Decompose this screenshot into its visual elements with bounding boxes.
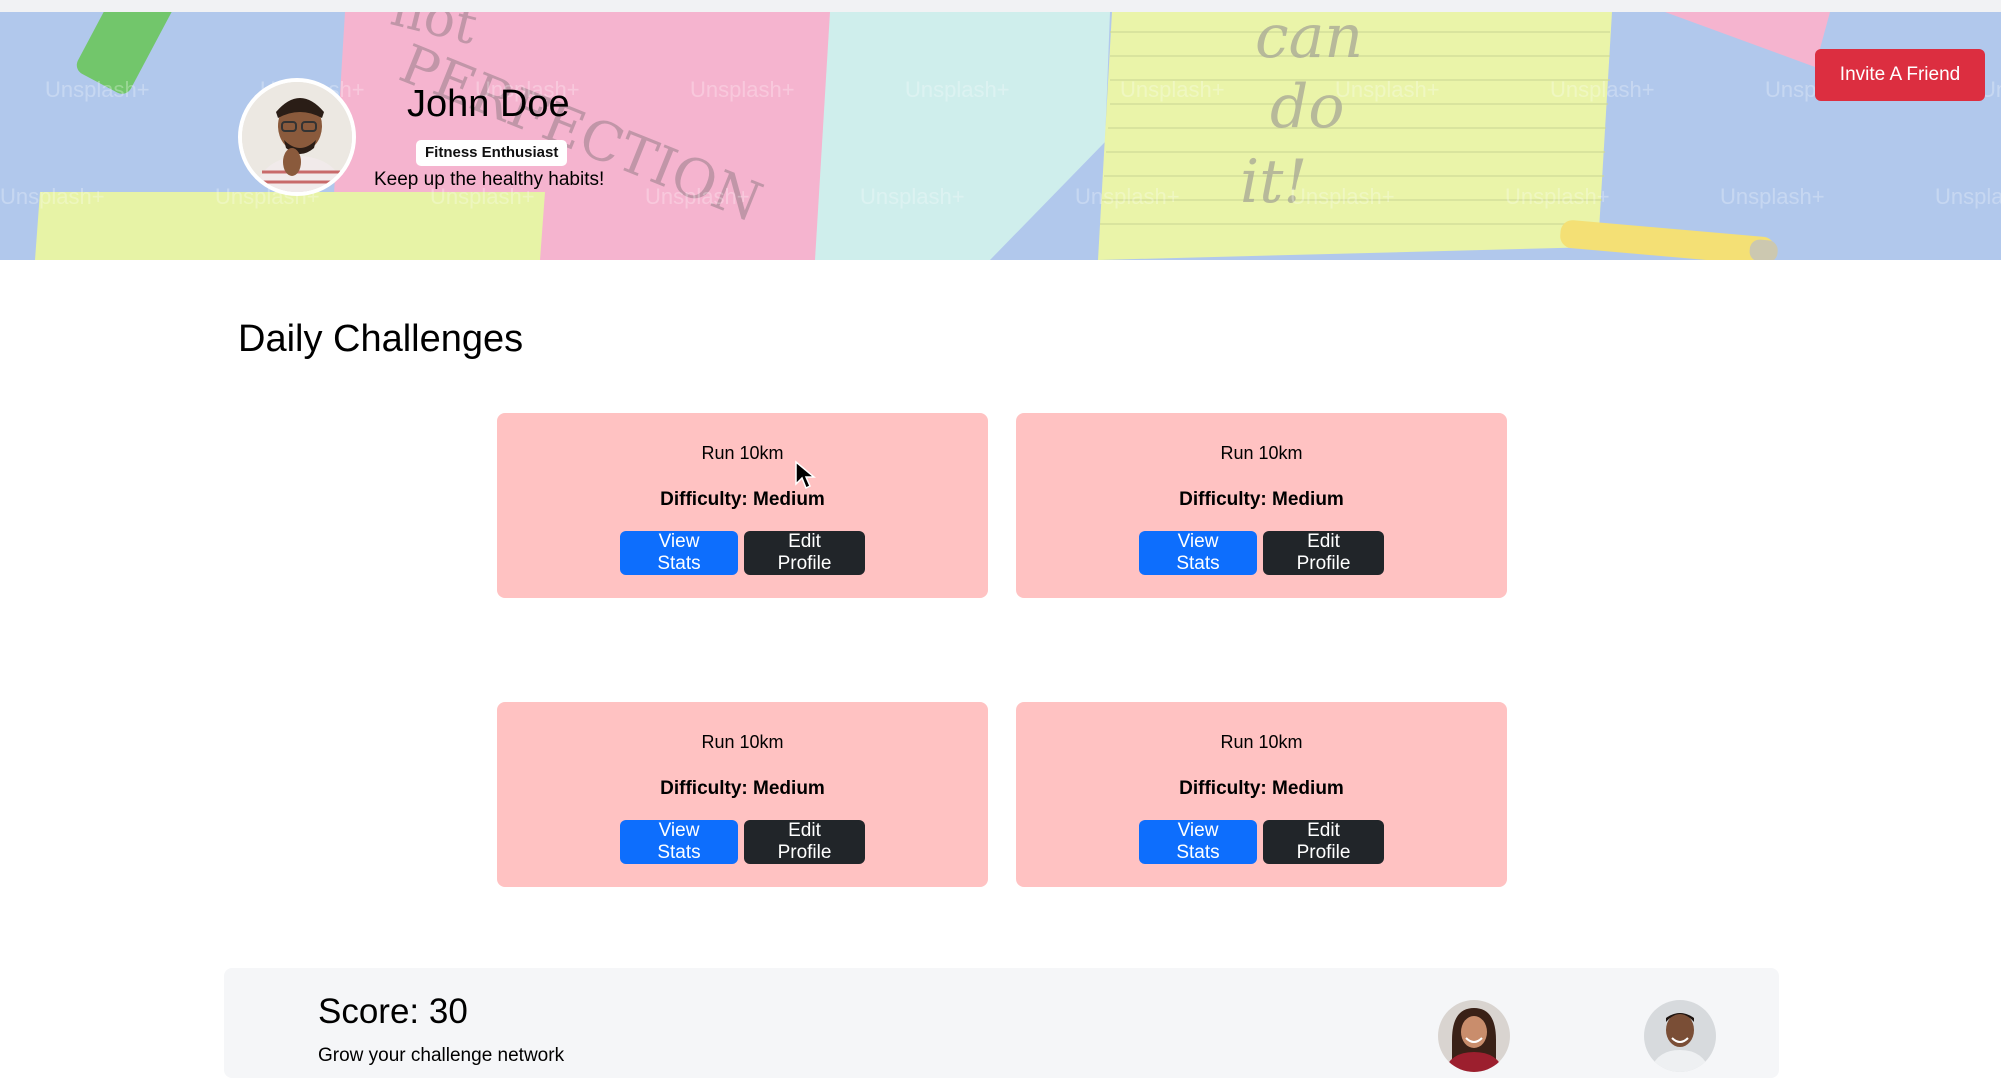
challenge-title: Run 10km — [1220, 732, 1303, 752]
friend-photo — [1644, 1000, 1716, 1072]
avatar-photo — [242, 82, 352, 192]
challenge-difficulty: Difficulty: Medium — [660, 778, 825, 799]
section-title: Daily Challenges — [238, 318, 524, 360]
score-panel: Score: 30 Grow your challenge network — [224, 968, 1779, 1078]
friend-photo — [1438, 1000, 1510, 1072]
challenge-title: Run 10km — [701, 443, 784, 463]
score-subtitle: Grow your challenge network — [318, 1045, 565, 1066]
challenge-title: Run 10km — [1220, 443, 1303, 463]
challenge-difficulty: Difficulty: Medium — [660, 489, 825, 510]
profile-banner: not PERFECTION can do it! Unsplash+ Unspl — [0, 12, 2001, 260]
avatar — [238, 78, 356, 196]
challenge-card: Run 10km Difficulty: Medium View Stats E… — [497, 413, 988, 598]
view-stats-button[interactable]: View Stats — [1139, 531, 1257, 575]
profile-name: John Doe — [407, 83, 570, 125]
edit-profile-button[interactable]: Edit Profile — [1263, 531, 1384, 575]
challenge-card: Run 10km Difficulty: Medium View Stats E… — [1016, 413, 1507, 598]
challenge-title: Run 10km — [701, 732, 784, 752]
edit-profile-button[interactable]: Edit Profile — [1263, 820, 1384, 864]
friend-avatar[interactable] — [1644, 1000, 1716, 1072]
view-stats-button[interactable]: View Stats — [620, 531, 738, 575]
challenge-card: Run 10km Difficulty: Medium View Stats E… — [1016, 702, 1507, 887]
challenge-actions: View Stats Edit Profile — [1016, 820, 1507, 864]
friend-avatar[interactable] — [1438, 1000, 1510, 1072]
invite-friend-button[interactable]: Invite A Friend — [1815, 49, 1985, 101]
profile-badge: Fitness Enthusiast — [416, 140, 568, 166]
edit-profile-button[interactable]: Edit Profile — [744, 820, 865, 864]
view-stats-button[interactable]: View Stats — [1139, 820, 1257, 864]
challenge-actions: View Stats Edit Profile — [1016, 531, 1507, 575]
challenge-difficulty: Difficulty: Medium — [1179, 489, 1344, 510]
challenge-difficulty: Difficulty: Medium — [1179, 778, 1344, 799]
challenge-actions: View Stats Edit Profile — [497, 531, 988, 575]
view-stats-button[interactable]: View Stats — [620, 820, 738, 864]
challenge-card: Run 10km Difficulty: Medium View Stats E… — [497, 702, 988, 887]
challenge-actions: View Stats Edit Profile — [497, 820, 988, 864]
profile-tagline: Keep up the healthy habits! — [374, 169, 605, 190]
edit-profile-button[interactable]: Edit Profile — [744, 531, 865, 575]
score-value: Score: 30 — [318, 992, 468, 1031]
top-strip — [0, 0, 2001, 12]
